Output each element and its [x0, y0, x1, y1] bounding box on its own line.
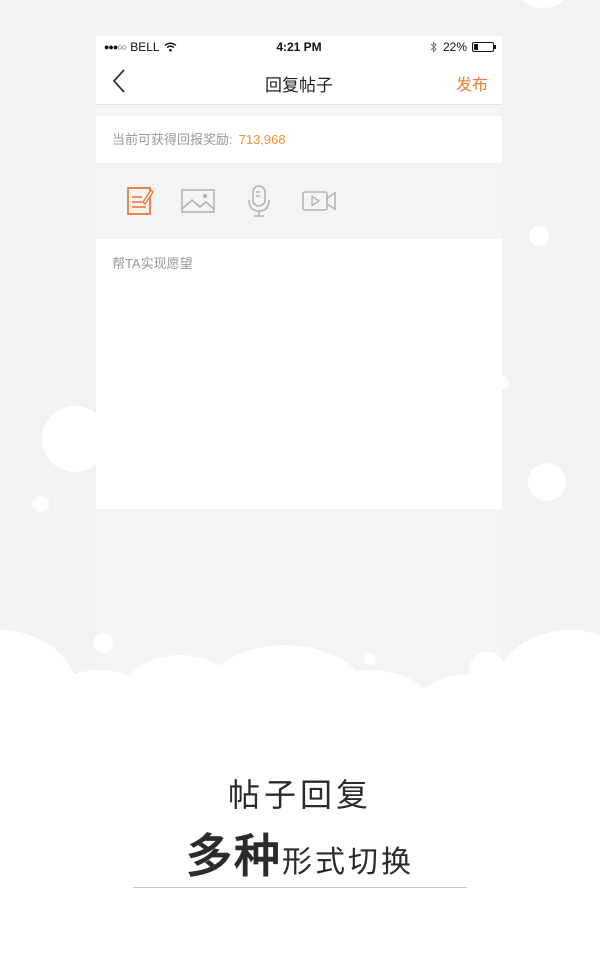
caption-line-2: 多种形式切换 — [0, 820, 600, 886]
cloud-decoration — [0, 630, 600, 960]
caption-line-1: 帖子回复 — [227, 777, 372, 813]
caption-divider — [133, 887, 467, 888]
caption-line-2-rest: 形式切换 — [282, 846, 414, 879]
caption-line-2-bold: 多种 — [186, 830, 282, 882]
